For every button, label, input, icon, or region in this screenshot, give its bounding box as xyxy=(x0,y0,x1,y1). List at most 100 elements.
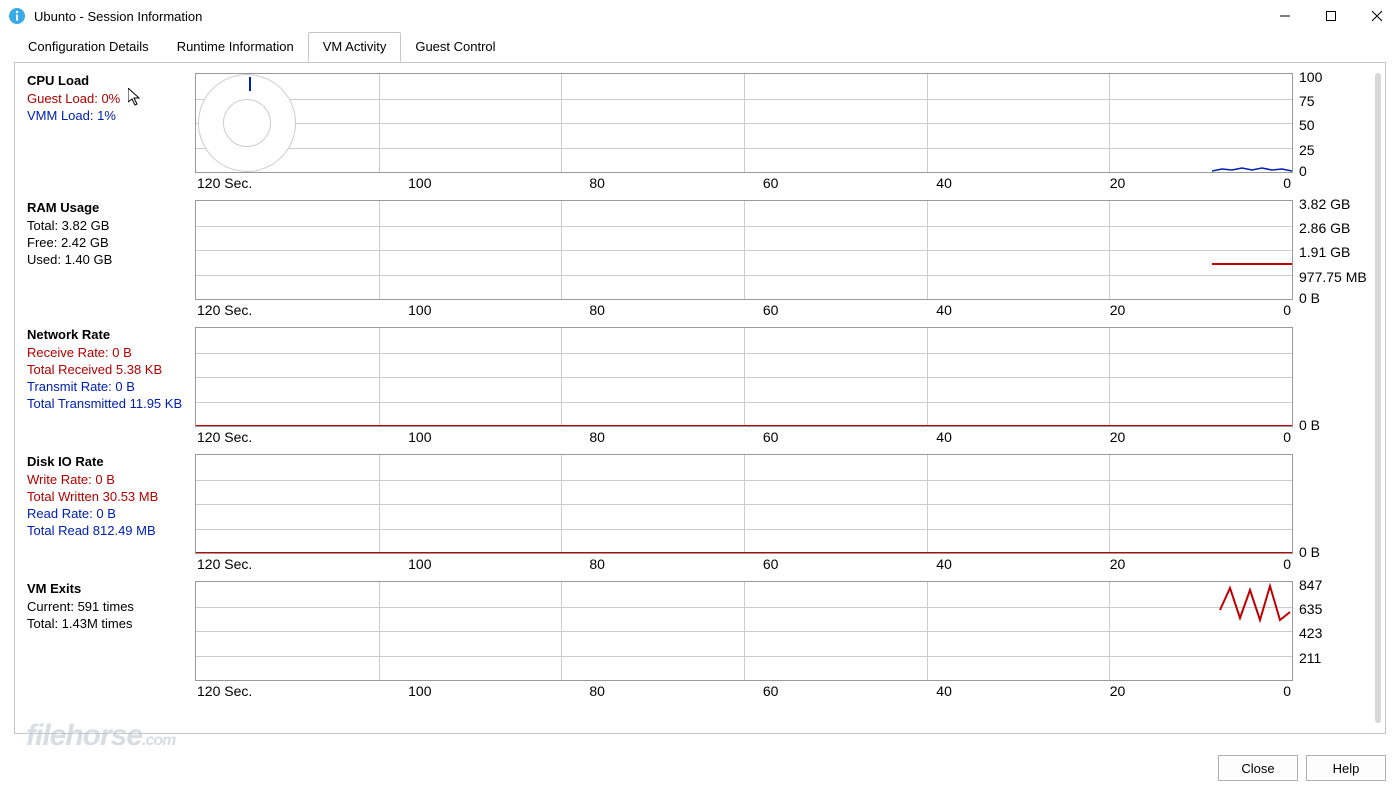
y-tick: 2.86 GB xyxy=(1299,220,1350,236)
watermark-domain: .com xyxy=(142,732,175,749)
disk-read-total: Total Read 812.49 MB xyxy=(27,523,195,540)
y-tick: 0 B xyxy=(1299,417,1320,433)
x-tick: 120 Sec. xyxy=(197,429,252,445)
x-axis: 120 Sec. 100 80 60 40 20 0 xyxy=(195,173,1293,196)
watermark-brand: filehorse xyxy=(26,719,142,752)
x-tick: 0 xyxy=(1283,556,1291,572)
x-tick: 20 xyxy=(1110,556,1126,572)
x-tick: 80 xyxy=(589,556,605,572)
net-title: Network Rate xyxy=(27,327,195,344)
tab-vm-activity[interactable]: VM Activity xyxy=(308,32,402,62)
net-flatline xyxy=(196,425,1292,427)
exits-title: VM Exits xyxy=(27,581,195,598)
x-tick: 0 xyxy=(1283,302,1291,318)
close-button[interactable] xyxy=(1354,0,1400,32)
maximize-button[interactable] xyxy=(1308,0,1354,32)
x-tick: 120 Sec. xyxy=(197,556,252,572)
vm-exits-row: VM Exits Current: 591 times Total: 1.43M… xyxy=(27,581,1371,704)
y-tick: 0 B xyxy=(1299,544,1320,560)
x-tick: 40 xyxy=(936,175,952,191)
x-tick: 100 xyxy=(408,175,431,191)
cpu-line-trace xyxy=(1212,73,1292,172)
x-axis: 120 Sec. 100 80 60 40 20 0 xyxy=(195,300,1293,323)
x-tick: 80 xyxy=(589,683,605,699)
disk-write-rate: Write Rate: 0 B xyxy=(27,472,195,489)
tab-guest-control[interactable]: Guest Control xyxy=(401,33,509,61)
x-tick: 60 xyxy=(763,429,779,445)
y-tick: 0 B xyxy=(1299,290,1320,306)
x-tick: 60 xyxy=(763,683,779,699)
close-dialog-button[interactable]: Close xyxy=(1218,755,1298,781)
x-axis: 120 Sec.100806040200 xyxy=(195,554,1293,577)
ram-usage-row: RAM Usage Total: 3.82 GB Free: 2.42 GB U… xyxy=(27,200,1371,323)
x-tick: 120 Sec. xyxy=(197,302,252,318)
x-tick: 120 Sec. xyxy=(197,683,252,699)
titlebar: Ubunto - Session Information xyxy=(0,0,1400,32)
ram-total: Total: 3.82 GB xyxy=(27,218,195,235)
tab-strip: Configuration Details Runtime Informatio… xyxy=(0,32,1400,62)
x-tick: 60 xyxy=(763,556,779,572)
net-rx-rate: Receive Rate: 0 B xyxy=(27,345,195,362)
cpu-load-plot[interactable] xyxy=(195,73,1293,173)
vertical-scrollbar[interactable] xyxy=(1375,73,1381,723)
net-tx-rate: Transmit Rate: 0 B xyxy=(27,379,195,396)
y-tick: 211 xyxy=(1299,650,1321,666)
minimize-button[interactable] xyxy=(1262,0,1308,32)
x-tick: 20 xyxy=(1110,429,1126,445)
x-tick: 0 xyxy=(1283,175,1291,191)
x-tick: 20 xyxy=(1110,683,1126,699)
cpu-load-title: CPU Load xyxy=(27,73,195,90)
y-tick: 977.75 MB xyxy=(1299,269,1367,285)
x-tick: 40 xyxy=(936,556,952,572)
tab-configuration-details[interactable]: Configuration Details xyxy=(14,33,163,61)
y-tick: 847 xyxy=(1299,577,1322,593)
x-axis: 120 Sec.100806040200 xyxy=(195,427,1293,450)
y-tick: 423 xyxy=(1299,625,1322,641)
ram-plot[interactable] xyxy=(195,200,1293,300)
ram-used: Used: 1.40 GB xyxy=(27,252,195,269)
disk-flatline xyxy=(196,552,1292,554)
minimize-icon xyxy=(1280,11,1290,21)
y-tick: 50 xyxy=(1299,117,1315,133)
x-tick: 40 xyxy=(936,302,952,318)
disk-read-rate: Read Rate: 0 B xyxy=(27,506,195,523)
help-button[interactable]: Help xyxy=(1306,755,1386,781)
x-tick: 120 Sec. xyxy=(197,175,252,191)
cpu-vmm-load: VMM Load: 1% xyxy=(27,108,195,125)
x-tick: 80 xyxy=(589,302,605,318)
net-tx-total: Total Transmitted 11.95 KB xyxy=(27,396,195,413)
x-tick: 100 xyxy=(408,302,431,318)
net-plot[interactable] xyxy=(195,327,1293,427)
disk-io-row: Disk IO Rate Write Rate: 0 B Total Writt… xyxy=(27,454,1371,577)
tab-runtime-information[interactable]: Runtime Information xyxy=(163,33,308,61)
disk-title: Disk IO Rate xyxy=(27,454,195,471)
x-tick: 80 xyxy=(589,429,605,445)
disk-plot[interactable] xyxy=(195,454,1293,554)
info-icon xyxy=(8,7,26,25)
cpu-guest-load: Guest Load: 0% xyxy=(27,91,195,108)
y-tick: 25 xyxy=(1299,142,1315,158)
x-tick: 20 xyxy=(1110,302,1126,318)
cpu-pie-icon xyxy=(198,74,296,172)
x-tick: 0 xyxy=(1283,429,1291,445)
y-tick: 635 xyxy=(1299,601,1322,617)
exits-plot[interactable] xyxy=(195,581,1293,681)
network-rate-row: Network Rate Receive Rate: 0 B Total Rec… xyxy=(27,327,1371,450)
y-tick: 100 xyxy=(1299,69,1322,85)
x-tick: 20 xyxy=(1110,175,1126,191)
cpu-load-row: CPU Load Guest Load: 0% VMM Load: 1% xyxy=(27,73,1371,196)
y-tick: 1.91 GB xyxy=(1299,244,1350,260)
exits-total: Total: 1.43M times xyxy=(27,616,195,633)
ram-free: Free: 2.42 GB xyxy=(27,235,195,252)
x-tick: 100 xyxy=(408,683,431,699)
watermark: filehorse.com xyxy=(26,719,175,753)
y-tick: 75 xyxy=(1299,93,1315,109)
net-rx-total: Total Received 5.38 KB xyxy=(27,362,195,379)
dialog-footer: Close Help xyxy=(1218,755,1386,781)
close-icon xyxy=(1372,11,1382,21)
maximize-icon xyxy=(1326,11,1336,21)
y-tick: 0 xyxy=(1299,163,1307,179)
exits-current: Current: 591 times xyxy=(27,599,195,616)
x-tick: 60 xyxy=(763,302,779,318)
window-controls xyxy=(1262,0,1400,32)
